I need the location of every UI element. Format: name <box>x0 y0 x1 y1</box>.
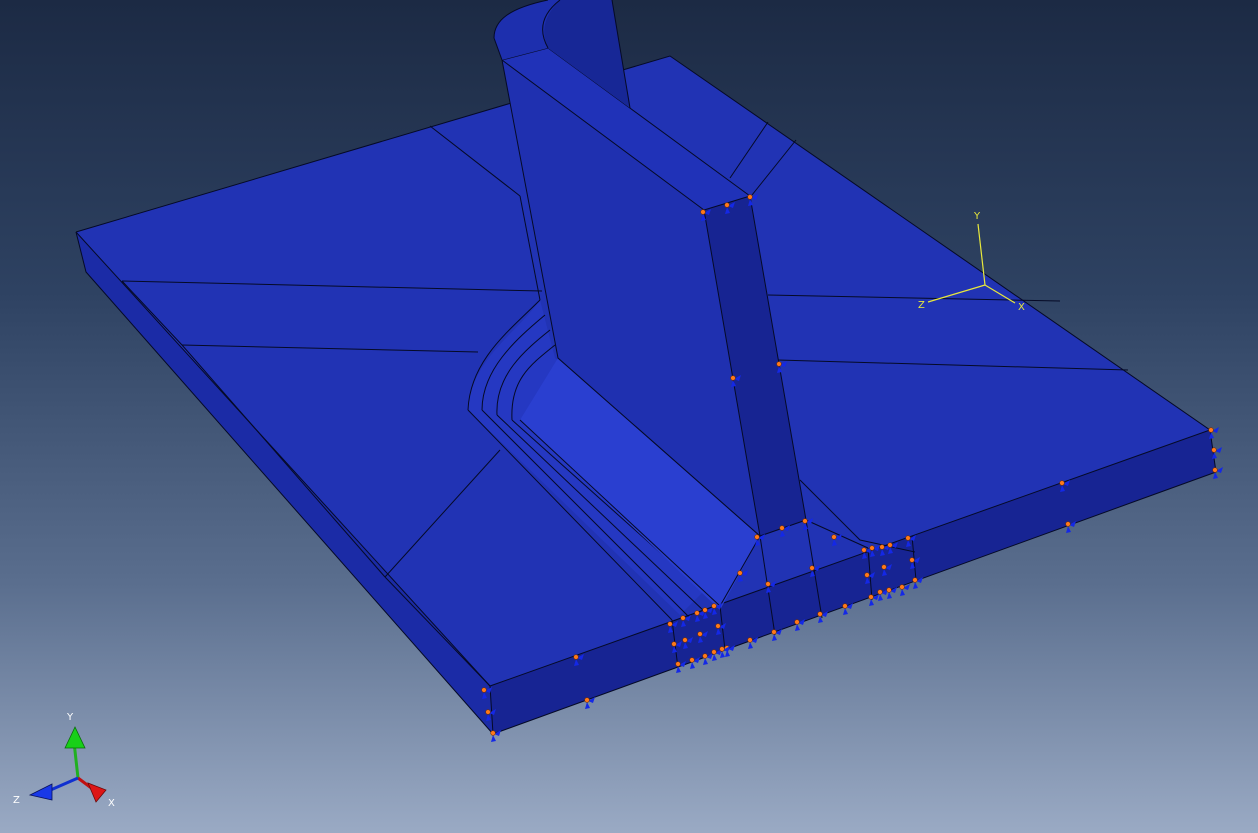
triad-z-label: Z <box>13 795 20 806</box>
triad-z-arrowhead <box>28 783 53 801</box>
triad-y-arrowhead <box>64 726 86 749</box>
model-scene[interactable]: Y X Z Y X Z <box>0 0 1258 833</box>
model-viewport[interactable]: Y X Z Y X Z <box>0 0 1258 833</box>
triad-x-arrowhead <box>87 782 107 803</box>
triad-y-label: Y <box>66 712 74 723</box>
local-csys-x-label: X <box>1018 302 1025 313</box>
view-triad[interactable]: Y X Z <box>13 712 115 809</box>
local-csys-y-label: Y <box>973 211 981 222</box>
bc-marker <box>899 584 910 596</box>
local-csys-z-label: Z <box>918 300 925 311</box>
triad-x-label: X <box>108 798 115 809</box>
